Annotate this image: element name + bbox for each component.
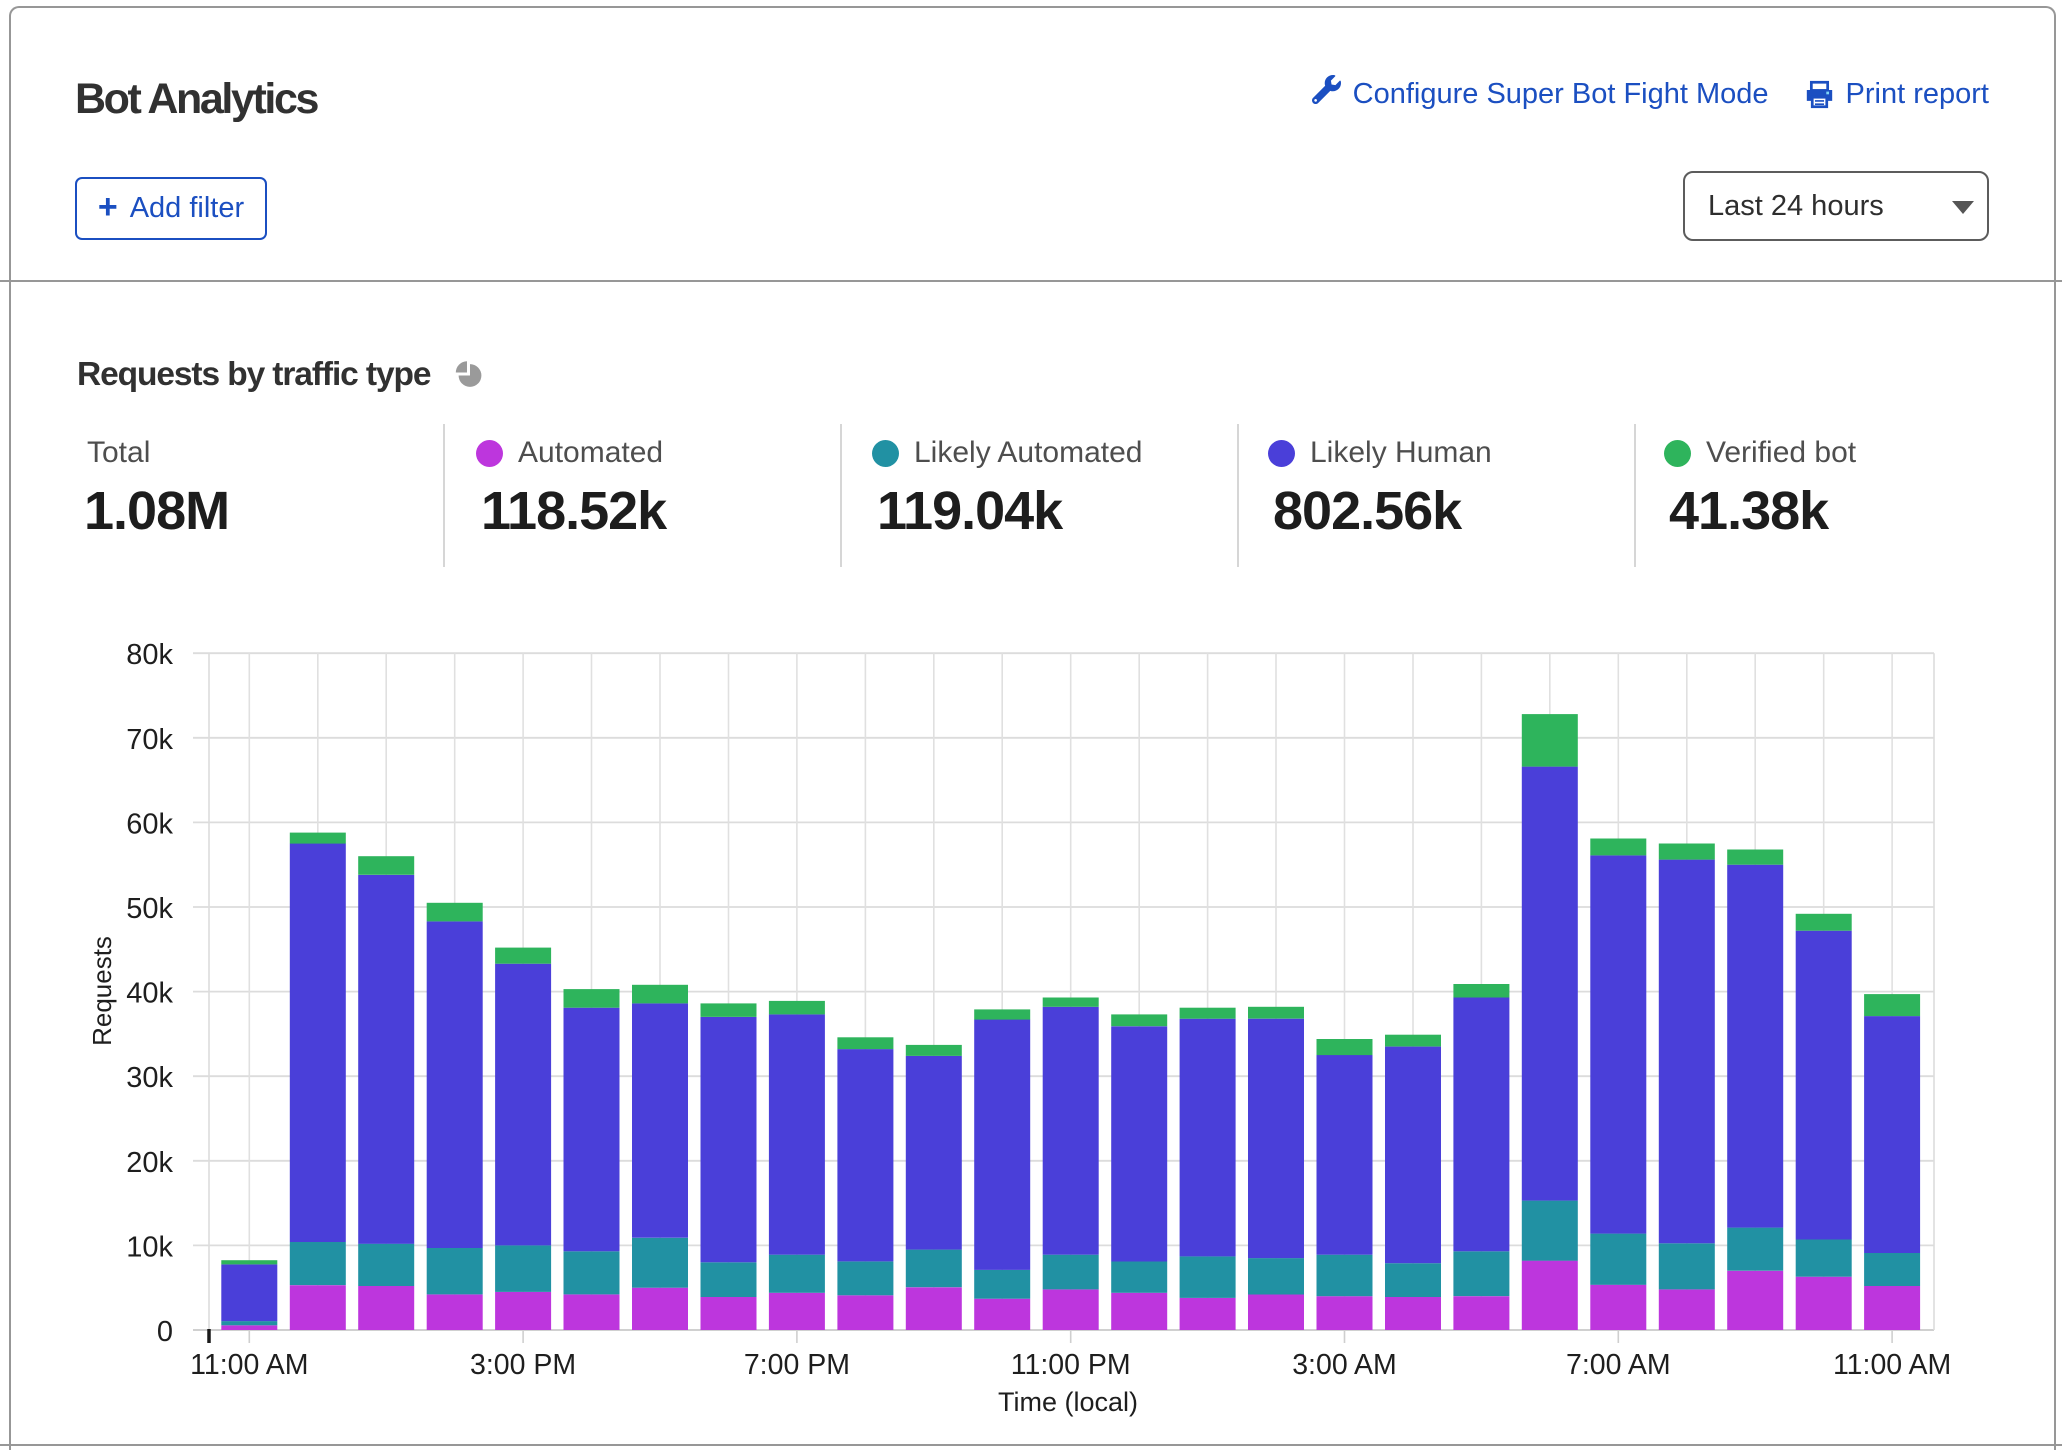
svg-text:7:00 PM: 7:00 PM <box>744 1349 850 1381</box>
svg-text:0: 0 <box>157 1316 173 1348</box>
svg-text:30k: 30k <box>126 1062 173 1094</box>
svg-text:11:00 AM: 11:00 AM <box>1833 1349 1951 1381</box>
svg-text:20k: 20k <box>126 1147 173 1179</box>
svg-text:Time (local): Time (local) <box>998 1387 1138 1417</box>
svg-text:Requests: Requests <box>87 936 117 1046</box>
svg-text:50k: 50k <box>126 893 173 925</box>
svg-text:80k: 80k <box>126 639 173 671</box>
svg-text:7:00 AM: 7:00 AM <box>1566 1349 1671 1381</box>
svg-text:11:00 PM: 11:00 PM <box>1011 1349 1131 1381</box>
svg-text:3:00 PM: 3:00 PM <box>470 1349 576 1381</box>
svg-text:70k: 70k <box>126 724 173 756</box>
svg-text:11:00 AM: 11:00 AM <box>190 1349 308 1381</box>
svg-text:3:00 AM: 3:00 AM <box>1292 1349 1397 1381</box>
svg-text:40k: 40k <box>126 978 173 1010</box>
svg-text:10k: 10k <box>126 1231 173 1263</box>
svg-text:60k: 60k <box>126 808 173 840</box>
